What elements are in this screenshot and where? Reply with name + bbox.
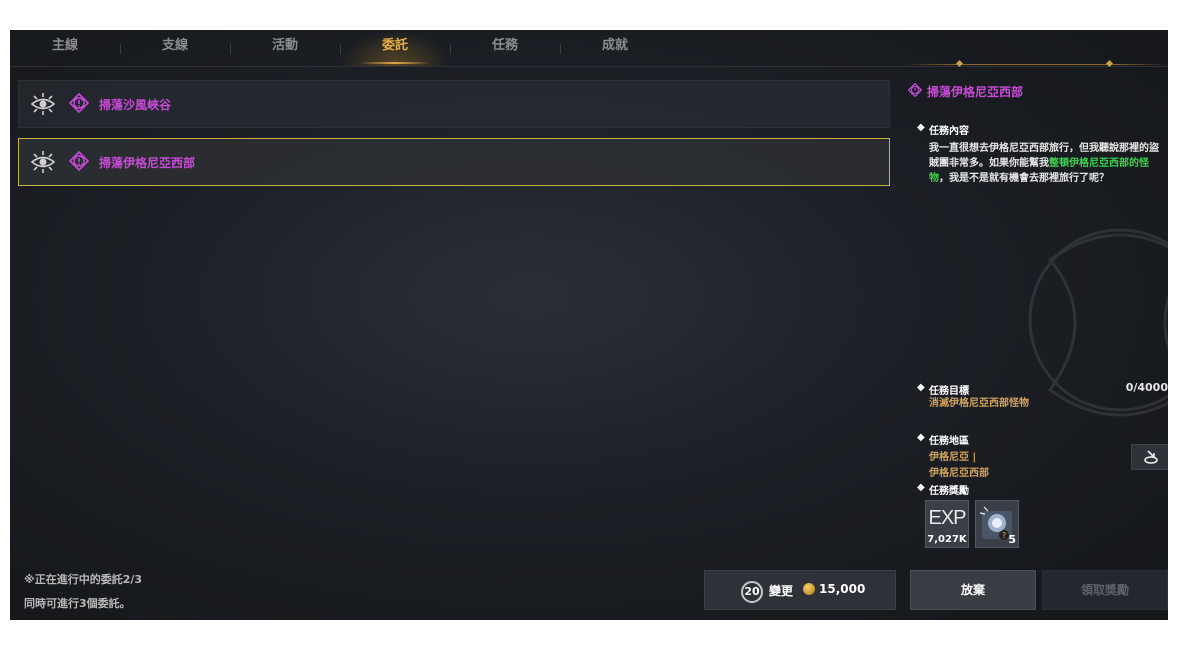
tab-bar: 主線 支線 活動 委託 任務 成就 — [10, 30, 890, 66]
commission-item-selected[interactable]: 掃蕩伊格尼亞西部 — [18, 138, 890, 186]
commission-item[interactable]: 掃蕩沙風峽谷 — [18, 80, 890, 128]
goal-text: 消滅伊格尼亞西部怪物 — [929, 398, 1029, 409]
coin-icon — [803, 583, 815, 595]
detail-title: 掃蕩伊格尼亞西部 — [927, 85, 1024, 99]
goal-progress: 0/4000 — [1125, 381, 1168, 394]
navigate-icon — [1144, 450, 1158, 464]
eye-icon — [31, 93, 55, 115]
svg-text:?: ? — [1002, 531, 1006, 540]
commission-mark-icon — [69, 93, 89, 113]
bullet-icon: ◆ — [917, 432, 925, 443]
exp-label: EXP — [928, 507, 966, 529]
change-commission-button[interactable]: 20 變更 15,000 — [704, 570, 896, 610]
commission-name: 掃蕩沙風峽谷 — [99, 98, 172, 112]
tab-commissions[interactable]: 委託 — [340, 30, 450, 66]
reward-label: 任務獎勵 — [929, 486, 969, 497]
commission-name: 掃蕩伊格尼亞西部 — [99, 156, 196, 170]
tab-side-story[interactable]: 支線 — [120, 30, 230, 66]
item-count: 5 — [1008, 533, 1016, 546]
area-region: 伊格尼亞 | — [929, 452, 977, 463]
tab-events[interactable]: 活動 — [230, 30, 340, 66]
navigate-button[interactable] — [1131, 444, 1168, 470]
commission-description: 我一直很想去伊格尼亞西部旅行，但我聽說那裡的盜賊團非常多。如果你能幫我整頓伊格尼… — [929, 141, 1165, 186]
commission-limit-note: 同時可進行3個委託。 — [24, 597, 131, 610]
abandon-button[interactable]: 放棄 — [910, 570, 1036, 610]
decorative-line — [905, 64, 1168, 65]
game-window: 主線 支線 活動 委託 任務 成就 掃蕩沙風峽谷 掃蕩伊格尼亞西部 掃蕩伊格尼亞… — [10, 30, 1168, 620]
change-cost: 15,000 — [819, 582, 866, 596]
claim-reward-button[interactable]: 領取獎勵 — [1042, 570, 1168, 610]
eye-icon — [31, 151, 55, 173]
bullet-icon: ◆ — [917, 482, 925, 493]
commission-status-note: ※正在進行中的委託2/3 — [24, 573, 143, 586]
bullet-icon: ◆ — [917, 122, 925, 133]
exp-reward-slot[interactable]: EXP 7,027K — [925, 500, 969, 548]
commission-mark-icon — [69, 151, 89, 171]
tab-missions[interactable]: 任務 — [450, 30, 560, 66]
content-label: 任務內容 — [929, 126, 969, 137]
change-count-badge: 20 — [741, 581, 763, 603]
description-text: ，我是不是就有機會去那裡旅行了呢？ — [939, 173, 1109, 184]
commission-detail-panel: 掃蕩伊格尼亞西部 ◆ 任務內容 我一直很想去伊格尼亞西部旅行，但我聽說那裡的盜賊… — [905, 80, 1168, 620]
exp-amount: 7,027K — [927, 534, 967, 545]
tab-underline — [10, 66, 1168, 67]
bullet-icon: ◆ — [917, 382, 925, 393]
tab-achievements[interactable]: 成就 — [560, 30, 670, 66]
tab-main-story[interactable]: 主線 — [10, 30, 120, 66]
area-subregion: 伊格尼亞西部 — [929, 468, 989, 479]
item-reward-slot[interactable]: ? 5 — [975, 500, 1019, 548]
commission-mark-icon — [908, 83, 922, 97]
change-label: 變更 — [769, 584, 794, 598]
area-label: 任務地區 — [929, 436, 969, 447]
commission-list: 掃蕩沙風峽谷 掃蕩伊格尼亞西部 — [18, 80, 890, 196]
